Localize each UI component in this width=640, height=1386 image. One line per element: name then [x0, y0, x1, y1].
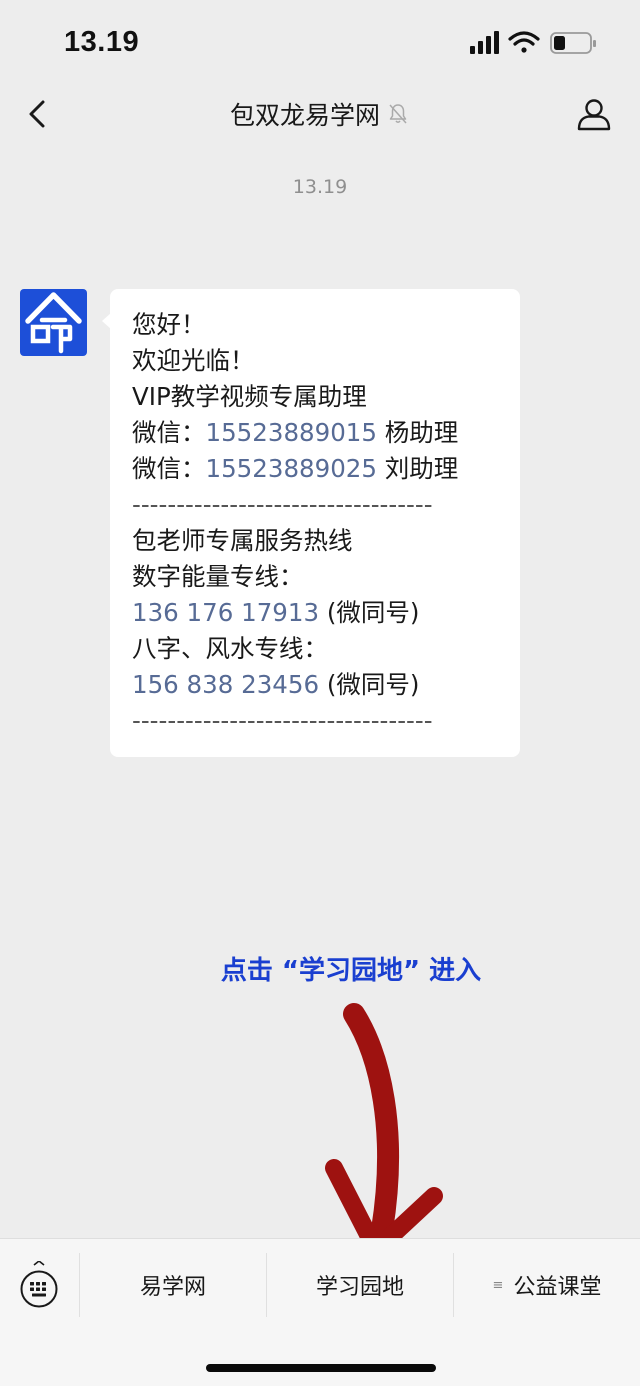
hotline-heading: 包老师专属服务热线	[132, 526, 353, 555]
keyboard-toggle-button[interactable]	[17, 1259, 61, 1311]
wechat-line-1: 微信：15523889015 杨助理	[132, 415, 500, 451]
divider-line-1: ----------------------------------	[132, 490, 433, 519]
greeting-line: 您好！	[132, 310, 206, 339]
menu-item-public-class[interactable]: ≡ 公益课堂	[454, 1253, 640, 1317]
menu-item-label: 公益课堂	[513, 1275, 602, 1300]
menu-item-label: 易学网	[139, 1275, 206, 1300]
wechat-label-1: 微信：	[132, 418, 206, 447]
phone-link-2[interactable]: 15523889025	[206, 454, 377, 483]
menu-item-study-garden[interactable]: 学习园地	[267, 1253, 453, 1317]
avatar[interactable]	[20, 289, 87, 356]
assistant-name-2: 刘助理	[376, 454, 459, 483]
same-wechat-note-1: (微同号)	[319, 598, 420, 627]
status-time: 13.19	[64, 26, 140, 58]
profile-button[interactable]	[574, 94, 614, 134]
instruction-annotation: 点击 “学习园地” 进入	[220, 956, 482, 986]
message-bubble[interactable]: 您好！ 欢迎光临！ VIP教学视频专属助理 微信：15523889015 杨助理…	[102, 289, 520, 757]
chat-timestamp: 13.19	[292, 176, 348, 198]
same-wechat-note-2: (微同号)	[319, 670, 420, 699]
menu-item-label: 学习园地	[315, 1275, 404, 1300]
wifi-icon	[508, 31, 540, 53]
wechat-line-2: 微信：15523889025 刘助理	[132, 451, 500, 487]
fengshui-line-label: 八字、风水专线：	[132, 634, 328, 663]
status-bar: 13.19	[0, 0, 640, 86]
phone-link-3[interactable]: 136 176 17913	[132, 598, 319, 627]
nav-title-group: 包双龙易学网	[0, 96, 640, 132]
nav-bar: 包双龙易学网	[0, 86, 640, 144]
profile-icon	[577, 99, 611, 131]
keyboard-icon	[20, 1259, 58, 1308]
numerology-phone-line: 136 176 17913 (微同号)	[132, 595, 500, 631]
page-title: 包双龙易学网	[229, 101, 380, 130]
numerology-line-label: 数字能量专线：	[132, 562, 304, 591]
battery-icon	[550, 32, 596, 54]
mute-bell-icon	[389, 104, 407, 124]
phone-link-4[interactable]: 156 838 23456	[132, 670, 319, 699]
wechat-label-2: 微信：	[132, 454, 206, 483]
phone-link-1[interactable]: 15523889015	[206, 418, 377, 447]
fengshui-phone-line: 156 838 23456 (微同号)	[132, 667, 500, 703]
home-indicator[interactable]	[206, 1364, 436, 1372]
submenu-list-icon: ≡	[492, 1277, 504, 1293]
status-icons	[470, 30, 600, 56]
welcome-line: 欢迎光临！	[132, 346, 255, 375]
assistant-name-1: 杨助理	[376, 418, 459, 447]
avatar-logo-icon	[25, 292, 82, 354]
divider-line-2: ----------------------------------	[132, 706, 433, 735]
vip-assistant-line: VIP教学视频专属助理	[132, 382, 367, 411]
signal-icon	[470, 31, 499, 54]
menu-item-yixuewang[interactable]: 易学网	[80, 1253, 266, 1317]
